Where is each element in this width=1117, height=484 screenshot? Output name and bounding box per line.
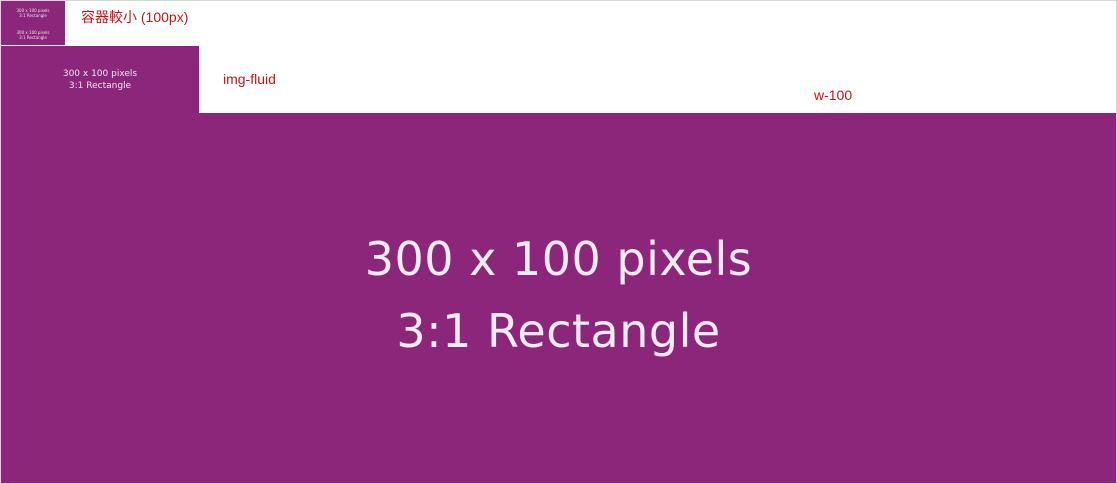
image-text-line2: 3:1 Rectangle: [396, 304, 721, 358]
img-fluid-caption: img-fluid: [223, 71, 276, 87]
small-image-1: 300 x 100 pixels 3:1 Rectangle: [1, 1, 65, 23]
image-text-line2: 3:1 Rectangle: [68, 80, 132, 91]
img-fluid-row: 300 x 100 pixels 3:1 Rectangle img-fluid…: [1, 46, 1116, 113]
fluid-image: 300 x 100 pixels 3:1 Rectangle: [1, 46, 199, 113]
image-text-line2: 3:1 Rectangle: [19, 34, 47, 40]
small-container-row: 300 x 100 pixels 3:1 Rectangle 300 x 100…: [1, 1, 1116, 46]
full-width-image: 300 x 100 pixels 3:1 Rectangle: [1, 113, 1116, 483]
image-text-line1: 300 x 100 pixels: [62, 68, 138, 79]
image-text-line1: 300 x 100 pixels: [364, 232, 753, 286]
demo-frame: 300 x 100 pixels 3:1 Rectangle 300 x 100…: [0, 0, 1117, 484]
image-text-line2: 3:1 Rectangle: [19, 12, 47, 18]
small-image-2: 300 x 100 pixels 3:1 Rectangle: [1, 23, 65, 45]
w-100-caption: w-100: [814, 87, 853, 103]
small-container-caption: 容器較小 (100px): [81, 9, 189, 25]
